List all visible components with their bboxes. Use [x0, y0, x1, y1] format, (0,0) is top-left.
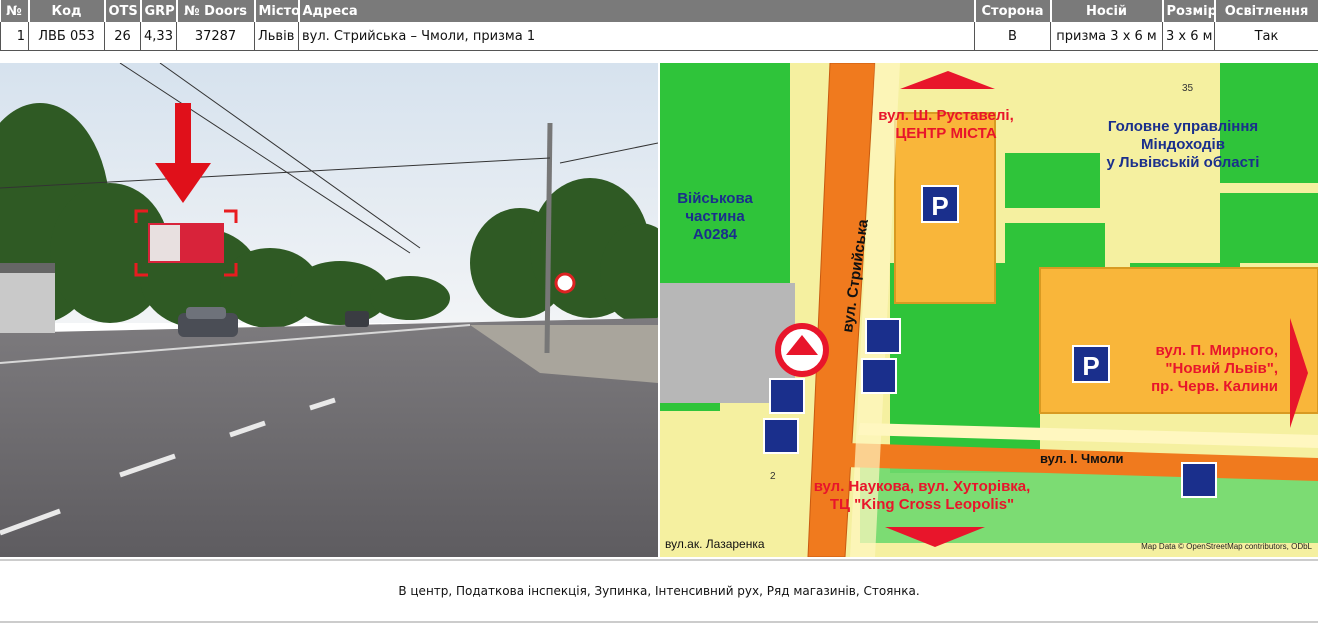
- cell-doors: 37287: [176, 22, 255, 51]
- svg-text:частина: частина: [685, 208, 745, 225]
- location-description: В центр, Податкова інспекція, Зупинка, І…: [398, 584, 920, 598]
- svg-text:А0284: А0284: [693, 226, 738, 243]
- svg-text:вул. П. Мирного,: вул. П. Мирного,: [1156, 342, 1278, 359]
- location-marker-icon: [775, 323, 829, 377]
- svg-text:2: 2: [770, 471, 776, 482]
- divider-top: [0, 559, 1318, 561]
- header-city: Місто: [254, 0, 300, 22]
- cell-grp: 4,33: [140, 22, 177, 51]
- parking-icon: P: [921, 185, 959, 223]
- svg-text:вул. Наукова, вул. Хуторівка,: вул. Наукова, вул. Хуторівка,: [814, 478, 1031, 495]
- cell-no: 1: [0, 22, 29, 51]
- header-size: Розмір: [1162, 0, 1216, 22]
- svg-text:Map Data © OpenStreetMap contr: Map Data © OpenStreetMap contributors, O…: [1141, 542, 1312, 551]
- svg-text:Головне управління: Головне управління: [1108, 118, 1258, 135]
- cell-city: Львів: [254, 22, 299, 51]
- header-lighting: Освітлення: [1214, 0, 1318, 22]
- header-ots: OTS: [104, 0, 142, 22]
- svg-text:"Новий Львів",: "Новий Львів",: [1165, 360, 1278, 377]
- svg-text:35: 35: [1182, 83, 1194, 94]
- svg-text:P: P: [1082, 351, 1099, 381]
- parking-icon: P: [1072, 345, 1110, 383]
- cell-code: ЛВБ 053: [28, 22, 105, 51]
- location-map: P P вул. Стрийська вул. Ш. Руставелі, ЦЕ…: [660, 63, 1318, 557]
- header-carrier: Носій: [1050, 0, 1164, 22]
- header-no: №: [0, 0, 30, 22]
- cell-lighting: Так: [1214, 22, 1318, 51]
- cell-address: вул. Стрийська – Чмоли, призма 1: [298, 22, 975, 51]
- header-code: Код: [28, 0, 106, 22]
- header-grp: GRP: [140, 0, 178, 22]
- table-header-row: № Код OTS GRP № Doors Місто Адреса Сторо…: [0, 0, 1318, 22]
- svg-text:пр. Черв. Калини: пр. Черв. Калини: [1151, 378, 1278, 395]
- svg-text:вул. І. Чмоли: вул. І. Чмоли: [1040, 451, 1124, 466]
- svg-text:вул. Ш. Руставелі,: вул. Ш. Руставелі,: [878, 107, 1014, 124]
- table-row: 1 ЛВБ 053 26 4,33 37287 Львів вул. Стрий…: [0, 22, 1318, 51]
- header-side: Сторона: [974, 0, 1052, 22]
- cell-ots: 26: [104, 22, 141, 51]
- svg-text:вул.ак. Лазаренка: вул.ак. Лазаренка: [665, 537, 765, 551]
- cell-size: 3 x 6 м: [1162, 22, 1215, 51]
- info-table: № Код OTS GRP № Doors Місто Адреса Сторо…: [0, 0, 1318, 51]
- svg-text:ЦЕНТР МІСТА: ЦЕНТР МІСТА: [895, 125, 996, 142]
- svg-text:Військова: Військова: [677, 190, 753, 207]
- header-address: Адреса: [298, 0, 976, 22]
- svg-text:P: P: [931, 191, 948, 221]
- svg-text:у Львівській області: у Львівській області: [1107, 154, 1260, 171]
- svg-text:Міндоходів: Міндоходів: [1141, 136, 1225, 153]
- cell-side: В: [974, 22, 1051, 51]
- svg-text:ТЦ "King Cross Leopolis": ТЦ "King Cross Leopolis": [830, 496, 1014, 513]
- location-photo: [0, 63, 658, 557]
- header-doors: № Doors: [176, 0, 256, 22]
- cell-carrier: призма 3 x 6 м: [1050, 22, 1163, 51]
